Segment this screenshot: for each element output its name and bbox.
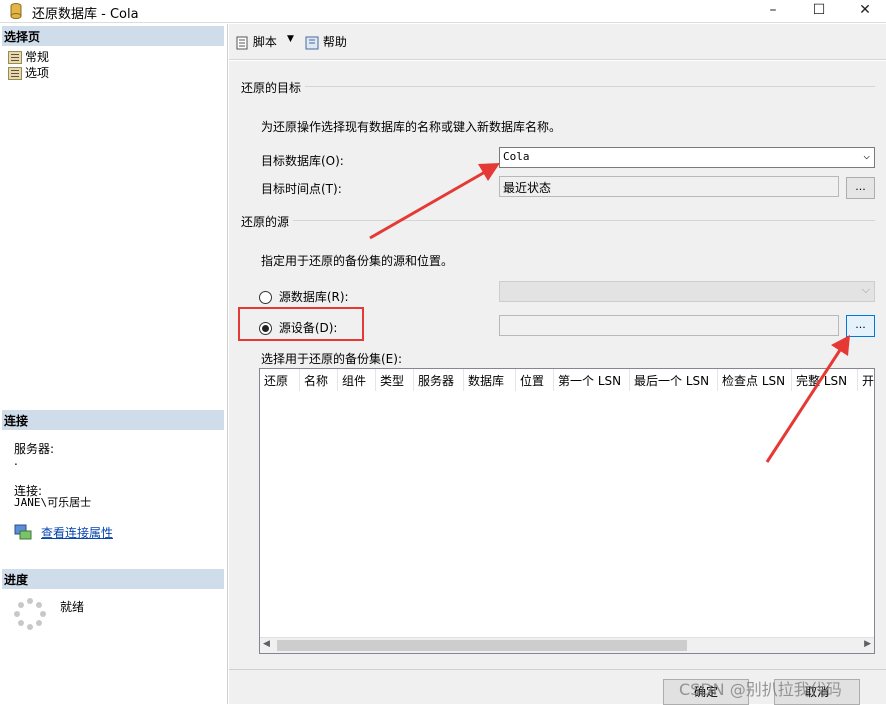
connection-value: JANE\可乐居士 xyxy=(14,496,92,509)
scroll-right-icon[interactable]: ▶ xyxy=(864,639,871,649)
page-icon xyxy=(8,51,22,64)
target-group-divider xyxy=(305,86,875,87)
target-description: 为还原操作选择现有数据库的名称或键入新数据库名称。 xyxy=(261,120,562,134)
annotation-highlight-box xyxy=(238,307,364,341)
progress-header: 进度 xyxy=(2,569,224,589)
column-header[interactable]: 最后一个 LSN xyxy=(630,369,718,391)
page-label: 选项 xyxy=(25,66,50,80)
column-header[interactable]: 第一个 LSN xyxy=(554,369,630,391)
page-icon xyxy=(8,67,22,80)
help-icon xyxy=(305,36,319,50)
column-header[interactable]: 检查点 LSN xyxy=(718,369,792,391)
connection-properties-icon xyxy=(14,524,32,540)
radio-icon xyxy=(259,291,272,304)
page-label: 常规 xyxy=(25,50,50,64)
scrollbar-thumb[interactable] xyxy=(277,640,687,651)
backup-sets-grid[interactable]: 还原 名称 组件 类型 服务器 数据库 位置 第一个 LSN 最后一个 LSN … xyxy=(259,368,875,654)
chevron-down-icon: ⌵ xyxy=(861,283,870,296)
view-connection-properties-link[interactable]: 查看连接属性 xyxy=(41,524,113,541)
source-device-browse-button[interactable]: ... xyxy=(846,315,875,337)
target-group-title: 还原的目标 xyxy=(241,81,302,95)
script-button[interactable]: 脚本 xyxy=(235,33,277,50)
source-description: 指定用于还原的备份集的源和位置。 xyxy=(261,254,454,268)
connection-header: 连接 xyxy=(2,410,224,430)
target-time-field: 最近状态 xyxy=(499,176,839,197)
script-dropdown-icon[interactable]: ▼ xyxy=(287,34,294,44)
help-button[interactable]: 帮助 xyxy=(305,33,347,50)
watermark: CSDN @别扒拉我代码 xyxy=(679,680,842,699)
chevron-down-icon: ⌵ xyxy=(863,149,870,162)
help-label: 帮助 xyxy=(322,35,347,49)
window-title: 还原数据库 - Cola xyxy=(32,7,139,22)
title-bar: 还原数据库 - Cola – ☐ ✕ xyxy=(0,0,886,23)
select-page-header: 选择页 xyxy=(2,26,224,46)
progress-status: 就绪 xyxy=(60,600,85,614)
progress-spinner-icon xyxy=(14,598,46,630)
page-item-general[interactable]: 常规 xyxy=(8,48,49,65)
server-label: 服务器: xyxy=(14,442,55,456)
minimize-button[interactable]: – xyxy=(750,0,796,22)
server-value: . xyxy=(14,454,18,468)
column-header[interactable]: 还原 xyxy=(260,369,300,391)
horizontal-scrollbar[interactable]: ◀ ▶ xyxy=(260,637,874,653)
column-header[interactable]: 组件 xyxy=(338,369,376,391)
footer: 确定 取消 CSDN @别扒拉我代码 xyxy=(229,669,886,705)
column-header[interactable]: 名称 xyxy=(300,369,338,391)
column-header[interactable]: 开 xyxy=(858,369,874,391)
restore-form: 还原的目标 为还原操作选择现有数据库的名称或键入新数据库名称。 目标数据库(O)… xyxy=(229,61,886,669)
backup-sets-label: 选择用于还原的备份集(E): xyxy=(261,352,402,366)
source-group-title: 还原的源 xyxy=(241,215,290,229)
maximize-button[interactable]: ☐ xyxy=(796,0,842,22)
target-time-browse-button[interactable]: ... xyxy=(846,177,875,199)
script-icon xyxy=(235,36,249,50)
script-label: 脚本 xyxy=(252,35,277,49)
source-group-divider xyxy=(293,220,875,221)
close-button[interactable]: ✕ xyxy=(842,0,886,22)
column-header[interactable]: 完整 LSN xyxy=(792,369,858,391)
database-icon xyxy=(10,3,22,19)
page-item-options[interactable]: 选项 xyxy=(8,64,49,81)
target-time-label: 目标时间点(T): xyxy=(261,182,342,196)
target-db-combo[interactable]: Cola ⌵ xyxy=(499,147,875,168)
left-panel: 选择页 常规 选项 连接 服务器: . 连接: JANE\可乐居士 查看连接属性… xyxy=(0,24,228,704)
scroll-left-icon[interactable]: ◀ xyxy=(263,639,270,649)
column-header[interactable]: 数据库 xyxy=(464,369,516,391)
source-device-field[interactable] xyxy=(499,315,839,336)
target-db-label: 目标数据库(O): xyxy=(261,154,344,168)
target-db-value: Cola xyxy=(503,150,530,163)
source-db-combo[interactable]: ⌵ xyxy=(499,281,875,302)
toolbar: 脚本 ▼ 帮助 xyxy=(229,24,886,60)
column-header[interactable]: 位置 xyxy=(516,369,554,391)
source-db-radio[interactable]: 源数据库(R): xyxy=(259,288,349,305)
column-header[interactable]: 类型 xyxy=(376,369,414,391)
source-db-label: 源数据库(R): xyxy=(278,290,349,304)
column-header[interactable]: 服务器 xyxy=(414,369,464,391)
